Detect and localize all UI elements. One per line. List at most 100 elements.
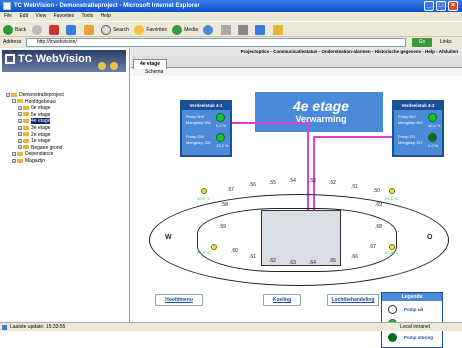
pump-on-icon[interactable] — [216, 133, 225, 142]
room-label: .62 — [269, 258, 276, 264]
refresh-button[interactable] — [66, 22, 78, 38]
go-button[interactable]: Go — [412, 38, 432, 47]
tab-4e-etage[interactable]: 4e etage — [133, 59, 167, 69]
project-tree: − Demonstratieproject − Hoofdgebouw +6e et… — [6, 92, 64, 165]
tree-item-begane-grond[interactable]: + Begane grond — [6, 145, 64, 152]
tree-item-magazijn[interactable]: + Magazijn — [6, 158, 64, 165]
pump-on-icon[interactable] — [216, 113, 225, 122]
history-button[interactable] — [203, 22, 215, 38]
expand-icon[interactable]: + — [18, 105, 22, 110]
temperature-sensor-icon[interactable] — [389, 188, 395, 194]
favorites-button[interactable]: Favorites — [134, 22, 167, 38]
logo-text: TC WebVision — [18, 53, 92, 65]
expand-icon[interactable]: + — [12, 152, 16, 157]
schema-label[interactable]: Schema — [145, 69, 163, 75]
room-label: .55 — [269, 180, 276, 186]
close-button[interactable]: × — [448, 1, 458, 11]
tab-bar: 4e etage — [131, 56, 462, 69]
history-icon — [203, 24, 214, 35]
menu-edit[interactable]: Edit — [19, 13, 28, 19]
title-bar: TC WebVision - Demonstratieproject - Mic… — [0, 0, 462, 12]
top-navigation[interactable]: Projectoptics - Communicatiestatus - Ond… — [131, 48, 462, 56]
mail-button[interactable] — [220, 22, 233, 38]
room-label: .61 — [249, 254, 256, 260]
tree-item-demonstratieproject[interactable]: − Demonstratieproject — [6, 92, 64, 99]
room-label: .50 — [373, 188, 380, 194]
edit-icon — [255, 24, 266, 35]
gear-icon[interactable] — [98, 62, 106, 70]
tree-item-1e-etage[interactable]: +1e etage — [6, 138, 64, 145]
logo: TC WebVision — [2, 50, 126, 72]
pump-label: Pump ZW — [186, 134, 204, 139]
edit-button[interactable] — [255, 22, 267, 38]
expand-icon[interactable]: + — [18, 125, 22, 130]
expand-icon[interactable]: + — [18, 119, 22, 124]
maximize-button[interactable]: □ — [436, 1, 446, 11]
building-icon — [17, 158, 23, 163]
pump-fault-icon[interactable] — [428, 133, 437, 142]
tree-item-6e-etage[interactable]: +6e etage — [6, 105, 64, 112]
menu-file[interactable]: File — [4, 13, 12, 19]
home-button[interactable] — [83, 22, 96, 38]
menu-tools[interactable]: Tools — [81, 13, 93, 19]
stop-button[interactable] — [48, 22, 61, 38]
star-icon — [134, 24, 145, 35]
ie-icon — [3, 2, 11, 10]
collapse-icon[interactable]: − — [6, 92, 10, 97]
media-icon — [172, 24, 183, 35]
legend: Legenda Pomp uit Pomp aan Pomp storing — [381, 292, 443, 348]
room-label: .54 — [289, 178, 296, 184]
tree-item-5e-etage[interactable]: +5e etage — [6, 112, 64, 119]
legend-item: Pomp uit — [404, 307, 424, 312]
expand-icon[interactable]: + — [12, 158, 16, 163]
floor-icon — [23, 145, 29, 150]
folder-icon — [272, 24, 283, 35]
room-label: .59 — [219, 224, 226, 230]
pump-label: Pomp ZO — [398, 134, 416, 139]
back-button[interactable]: Back — [3, 22, 26, 38]
address-input[interactable]: http://tcwebvision/ — [26, 38, 406, 47]
pipe — [313, 136, 392, 138]
minimize-button[interactable]: _ — [424, 1, 434, 11]
temperature-sensor-icon[interactable] — [201, 188, 207, 194]
expand-icon[interactable]: + — [18, 138, 22, 143]
pump-on-icon[interactable] — [428, 113, 437, 122]
gear-icon[interactable] — [110, 62, 118, 70]
temperature-sensor-icon[interactable] — [211, 244, 217, 250]
expand-icon[interactable]: + — [18, 112, 22, 117]
tree-item-dependance[interactable]: + Dependance — [6, 151, 64, 158]
forward-button[interactable] — [31, 22, 44, 38]
status-text: Laatste update: 15:33:55 — [10, 324, 66, 330]
valve-label: Mengklep NW — [186, 120, 212, 125]
air-handling-button[interactable]: Luchtbehandeling — [327, 294, 379, 306]
cooling-button[interactable]: Koeling — [263, 294, 301, 306]
sidebar: TC WebVision − Demonstratieproject − Hoofd… — [0, 48, 130, 322]
valve-value: 0,0 % — [428, 143, 439, 148]
media-button[interactable]: Media — [172, 22, 198, 38]
room-label: .68 — [375, 224, 382, 230]
main-menu-button[interactable]: Hoofdmenu — [155, 294, 203, 306]
tree-item-hoofdgebouw[interactable]: − Hoofdgebouw — [6, 99, 64, 106]
collapse-icon[interactable]: − — [12, 99, 16, 104]
menu-view[interactable]: View — [35, 13, 46, 19]
menu-help[interactable]: Help — [101, 13, 111, 19]
search-button[interactable]: Search — [101, 22, 129, 38]
links-label[interactable]: Links — [440, 37, 452, 48]
tree-item-3e-etage[interactable]: +3e etage — [6, 125, 64, 132]
tree-item-2e-etage[interactable]: +2e etage — [6, 132, 64, 139]
panel-title: Verdeelstuk 4-2 — [394, 102, 442, 110]
temperature-value: 20,5 °C — [197, 196, 211, 201]
valve-value: 13,2 % — [216, 143, 229, 148]
tree-item-4e-etage[interactable]: +4e etage — [6, 118, 64, 125]
expand-icon[interactable]: + — [18, 132, 22, 137]
menu-favorites[interactable]: Favorites — [54, 13, 75, 19]
floor-icon — [23, 138, 29, 143]
print-button[interactable] — [238, 22, 250, 38]
expand-icon[interactable]: + — [18, 145, 22, 150]
legend-item: Pomp storing — [404, 335, 433, 340]
building-icon — [17, 152, 23, 157]
forward-arrow-icon — [31, 24, 42, 35]
address-label: Address — [3, 39, 22, 45]
folder-button[interactable] — [272, 22, 285, 38]
room-label: .51 — [351, 184, 358, 190]
